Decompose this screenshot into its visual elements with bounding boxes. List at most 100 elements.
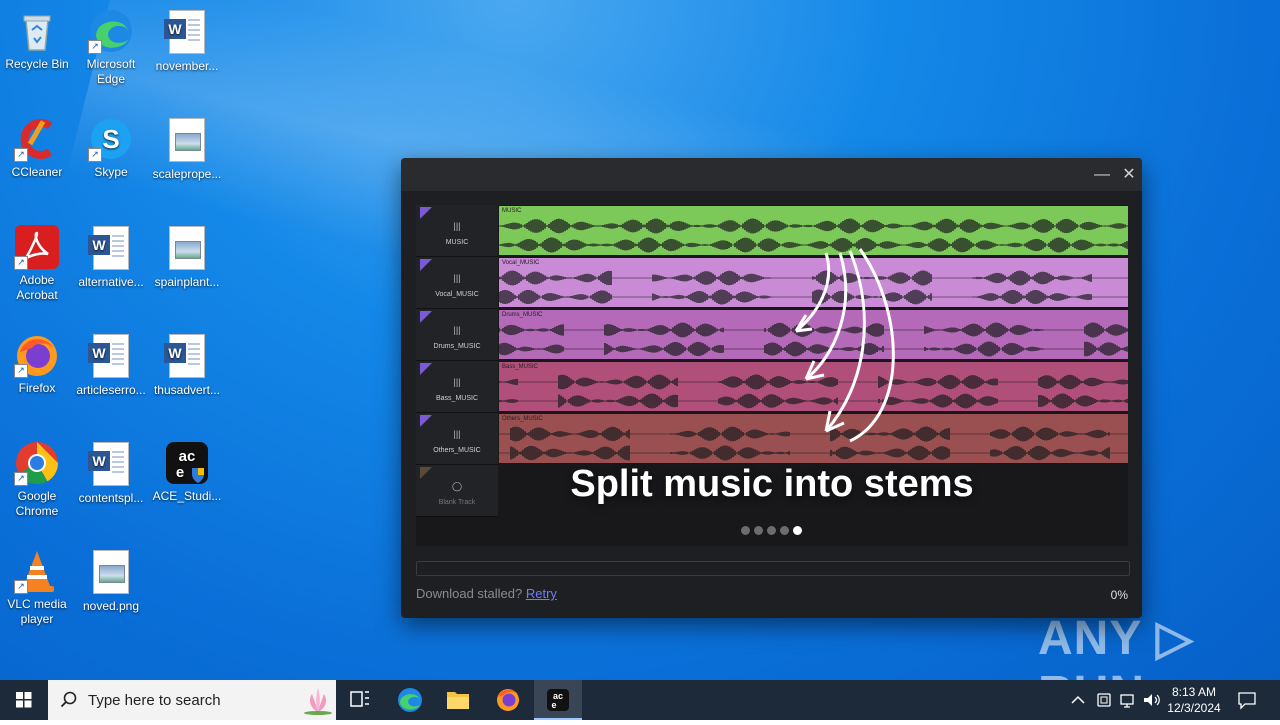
- track-color-tab: [420, 259, 432, 271]
- track-label: Bass_MUSIC: [435, 395, 478, 402]
- windows-logo-icon: [16, 692, 32, 708]
- desktop-icon-contentspl[interactable]: W contentspl...: [74, 440, 148, 506]
- svg-text:e: e: [176, 464, 184, 481]
- taskbar-search-box[interactable]: Type here to search: [48, 680, 336, 720]
- word-doc-icon: W: [88, 334, 134, 380]
- taskbar-file-explorer[interactable]: [434, 680, 482, 720]
- track-header[interactable]: ||| Vocal_MUSIC: [416, 257, 498, 309]
- shortcut-arrow-icon: ↗: [14, 148, 28, 162]
- icon-label: spainplant...: [154, 275, 220, 289]
- device-icon: [1097, 693, 1111, 707]
- icon-label: Google Chrome: [15, 489, 59, 518]
- search-highlight-lotus-icon: [304, 688, 332, 715]
- shortcut-arrow-icon: ↗: [14, 472, 28, 486]
- speaker-icon: [1144, 694, 1160, 706]
- track-color-tab: [420, 415, 432, 427]
- desktop-icon-noved-png[interactable]: noved.png: [74, 548, 148, 614]
- svg-text:ac: ac: [179, 448, 196, 465]
- anyrun-watermark: ANY ▷ RUN: [1038, 612, 1194, 680]
- search-placeholder: Type here to search: [88, 692, 221, 709]
- carousel-dot[interactable]: [780, 526, 789, 535]
- taskbar: Type here to search ac e 8:13 AM 12/3/202…: [0, 680, 1280, 720]
- taskbar-edge[interactable]: [386, 680, 434, 720]
- desktop-icon-google-chrome[interactable]: ↗ Google Chrome: [0, 440, 74, 519]
- icon-label: Firefox: [18, 381, 56, 395]
- skype-icon: S ↗: [88, 116, 134, 162]
- desktop-icon-alternative[interactable]: W alternative...: [74, 224, 148, 290]
- start-button[interactable]: [0, 680, 48, 720]
- chevron-up-icon: [1071, 695, 1085, 704]
- word-doc-icon: W: [88, 442, 134, 488]
- icon-label: CCleaner: [11, 165, 63, 179]
- waveform-icon: |||: [453, 273, 461, 283]
- desktop-icon-scaleprope[interactable]: scaleprope...: [150, 116, 224, 182]
- desktop-icon-thusadvert[interactable]: W thusadvert...: [150, 332, 224, 398]
- taskbar-clock[interactable]: 8:13 AM 12/3/2024: [1160, 684, 1228, 716]
- desktop-icon-recycle-bin[interactable]: Recycle Bin: [0, 8, 74, 72]
- action-center-button[interactable]: [1236, 690, 1258, 713]
- image-file-icon: [164, 226, 210, 272]
- acrobat-icon: ↗: [14, 224, 60, 270]
- svg-text:S: S: [102, 124, 119, 154]
- taskbar-firefox[interactable]: [484, 680, 532, 720]
- close-button[interactable]: ✕: [1119, 165, 1139, 185]
- lane-name: Others_MUSIC: [502, 416, 543, 422]
- edge-icon: [398, 688, 422, 712]
- desktop-icon-spainplant[interactable]: spainplant...: [150, 224, 224, 290]
- desktop-icon-microsoft-edge[interactable]: ↗ Microsoft Edge: [74, 8, 148, 87]
- waveform: [499, 445, 1128, 461]
- shortcut-arrow-icon: ↗: [14, 580, 28, 594]
- shortcut-arrow-icon: ↗: [14, 256, 28, 270]
- split-arrows-illustration: [794, 248, 895, 443]
- carousel-dot[interactable]: [767, 526, 776, 535]
- retry-link[interactable]: Retry: [526, 586, 557, 601]
- firefox-icon: [497, 689, 519, 711]
- svg-text:e: e: [551, 700, 556, 710]
- promo-carousel-slide: ||| MUSIC ||| Vocal_MUSIC ||| Drums_MUSIC ||| B…: [416, 205, 1128, 546]
- lane-name: Drums_MUSIC: [502, 312, 543, 318]
- download-status: Download stalled? Retry: [416, 586, 557, 601]
- clock-time: 8:13 AM: [1171, 685, 1217, 699]
- track-color-tab: [420, 363, 432, 375]
- track-header[interactable]: ||| Drums_MUSIC: [416, 309, 498, 361]
- shortcut-arrow-icon: ↗: [88, 40, 102, 54]
- carousel-dot[interactable]: [793, 526, 802, 535]
- track-header[interactable]: ||| Bass_MUSIC: [416, 361, 498, 413]
- search-icon: [60, 691, 77, 708]
- icon-label: november...: [155, 59, 219, 73]
- icon-label: scaleprope...: [152, 167, 222, 181]
- desktop-icon-vlc[interactable]: ↗ VLC media player: [0, 548, 74, 627]
- image-file-icon: [88, 550, 134, 596]
- tray-device-icon-button[interactable]: [1094, 691, 1114, 712]
- desktop-icon-firefox[interactable]: ↗ Firefox: [0, 332, 74, 396]
- volume-button[interactable]: [1142, 691, 1162, 712]
- show-hidden-icons-button[interactable]: [1068, 691, 1088, 712]
- ace-studio-installer-window: — ✕ ||| MUSIC ||| Vocal_MUSIC ||| Drums_MUSIC…: [401, 158, 1142, 618]
- icon-label: thusadvert...: [153, 383, 221, 397]
- desktop-icon-articleserro[interactable]: W articleserro...: [74, 332, 148, 398]
- carousel-dot[interactable]: [754, 526, 763, 535]
- track-header[interactable]: ||| MUSIC: [416, 205, 498, 257]
- network-button[interactable]: [1118, 691, 1138, 712]
- desktop-icon-ace-studio[interactable]: ac e ACE_Studi...: [150, 440, 224, 504]
- minimize-button[interactable]: —: [1092, 165, 1112, 185]
- word-doc-icon: W: [164, 10, 210, 56]
- taskbar-ace-studio[interactable]: ac e: [534, 680, 582, 720]
- image-file-icon: [164, 118, 210, 164]
- track-header[interactable]: ||| Others_MUSIC: [416, 413, 498, 465]
- task-view-button[interactable]: [336, 680, 384, 720]
- icon-label: alternative...: [78, 275, 144, 289]
- desktop-icon-adobe-acrobat[interactable]: ↗ Adobe Acrobat: [0, 224, 74, 303]
- desktop-icon-ccleaner[interactable]: ↗ CCleaner: [0, 116, 74, 180]
- desktop-icon-skype[interactable]: S ↗ Skype: [74, 116, 148, 180]
- word-doc-icon: W: [88, 226, 134, 272]
- chrome-icon: ↗: [14, 440, 60, 486]
- icon-label: VLC media player: [7, 597, 67, 626]
- desktop-icon-november[interactable]: W november...: [150, 8, 224, 74]
- waveform-icon: |||: [453, 221, 461, 231]
- progress-percent: 0%: [1110, 588, 1128, 602]
- waveform: [499, 218, 1128, 234]
- icon-label: noved.png: [82, 599, 140, 613]
- carousel-dot[interactable]: [741, 526, 750, 535]
- track-label: Drums_MUSIC: [433, 343, 481, 350]
